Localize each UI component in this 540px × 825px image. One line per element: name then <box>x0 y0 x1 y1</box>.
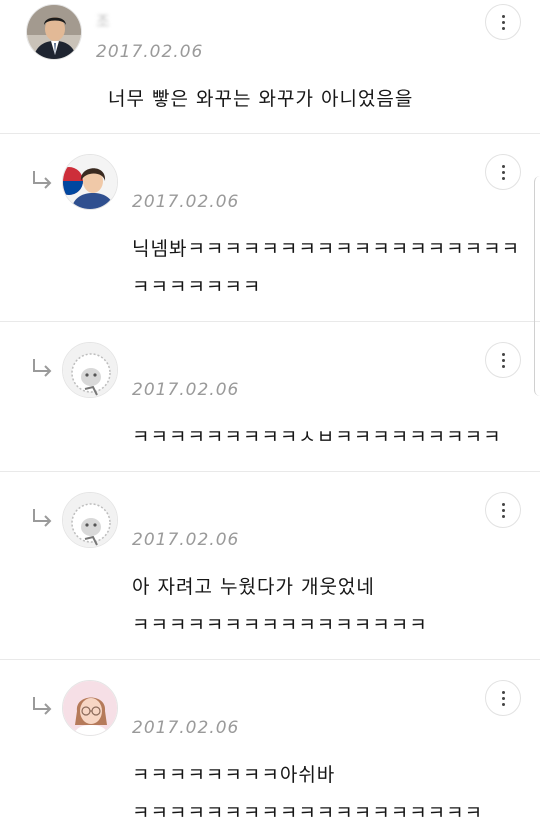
comment-text-line-1: 닉넴봐ㅋㅋㅋㅋㅋㅋㅋㅋㅋㅋㅋㅋㅋㅋㅋㅋㅋㅋ <box>132 238 521 260</box>
comment-date: 2017.02.06 <box>132 380 240 400</box>
comment-thread: 조 2017.02.06 너무 빻은 와꾸는 와꾸가 아니었음을 2017.02… <box>0 0 540 824</box>
comment-text-line-2: ㅋㅋㅋㅋㅋㅋㅋㅋㅋㅋㅋㅋㅋㅋㅋㅋㅋㅋㅋ <box>132 802 484 824</box>
comment-text-line-2: ㅋㅋㅋㅋㅋㅋㅋ <box>132 276 262 298</box>
reply-item: 2017.02.06 닉넴봐ㅋㅋㅋㅋㅋㅋㅋㅋㅋㅋㅋㅋㅋㅋㅋㅋㅋㅋ ㅋㅋㅋㅋㅋㅋㅋ <box>0 134 540 322</box>
avatar-default-character[interactable] <box>62 492 118 548</box>
more-vertical-icon <box>501 164 505 168</box>
avatar-woman-with-flag[interactable] <box>62 154 118 210</box>
avatar-man-in-suit[interactable] <box>26 4 82 60</box>
comment-text-line-2: ㅋㅋㅋㅋㅋㅋㅋㅋㅋㅋㅋㅋㅋㅋㅋㅋ <box>132 614 428 636</box>
more-vertical-icon <box>501 690 505 694</box>
comment-date: 2017.02.06 <box>132 192 240 212</box>
comment-text-line-1: ㅋㅋㅋㅋㅋㅋㅋㅋ아쉬바 <box>132 764 336 786</box>
comment-item: 조 2017.02.06 너무 빻은 와꾸는 와꾸가 아니었음을 <box>0 0 540 134</box>
more-options-button[interactable] <box>485 680 521 716</box>
comment-text: 너무 빻은 와꾸는 와꾸가 아니었음을 <box>108 88 414 110</box>
more-options-button[interactable] <box>485 492 521 528</box>
more-vertical-icon <box>501 502 505 506</box>
comment-text: ㅋㅋㅋㅋㅋㅋㅋㅋㅋㅅㅂㅋㅋㅋㅋㅋㅋㅋㅋㅋ <box>132 426 502 448</box>
more-vertical-icon <box>501 352 505 356</box>
reply-arrow-icon <box>33 509 52 527</box>
avatar-default-character[interactable] <box>62 342 118 398</box>
reply-item: 2017.02.06 ㅋㅋㅋㅋㅋㅋㅋㅋㅋㅅㅂㅋㅋㅋㅋㅋㅋㅋㅋㅋ <box>0 322 540 472</box>
more-options-button[interactable] <box>485 4 521 40</box>
author-name: 조 <box>96 12 112 30</box>
reply-item: 2017.02.06 ㅋㅋㅋㅋㅋㅋㅋㅋ아쉬바 ㅋㅋㅋㅋㅋㅋㅋㅋㅋㅋㅋㅋㅋㅋㅋㅋㅋ… <box>0 660 540 824</box>
reply-arrow-icon <box>33 171 52 189</box>
reply-arrow-icon <box>33 359 52 377</box>
comment-date: 2017.02.06 <box>132 718 240 738</box>
scrollbar[interactable] <box>534 176 540 396</box>
avatar-girl-with-glasses[interactable] <box>62 680 118 736</box>
more-options-button[interactable] <box>485 154 521 190</box>
reply-arrow-icon <box>33 697 52 715</box>
more-options-button[interactable] <box>485 342 521 378</box>
comment-date: 2017.02.06 <box>132 530 240 550</box>
comment-text-line-1: 아 자려고 누웠다가 개웃었네 <box>132 576 375 598</box>
comment-date: 2017.02.06 <box>96 42 204 62</box>
more-vertical-icon <box>501 14 505 18</box>
reply-item: 2017.02.06 아 자려고 누웠다가 개웃었네 ㅋㅋㅋㅋㅋㅋㅋㅋㅋㅋㅋㅋㅋ… <box>0 472 540 660</box>
